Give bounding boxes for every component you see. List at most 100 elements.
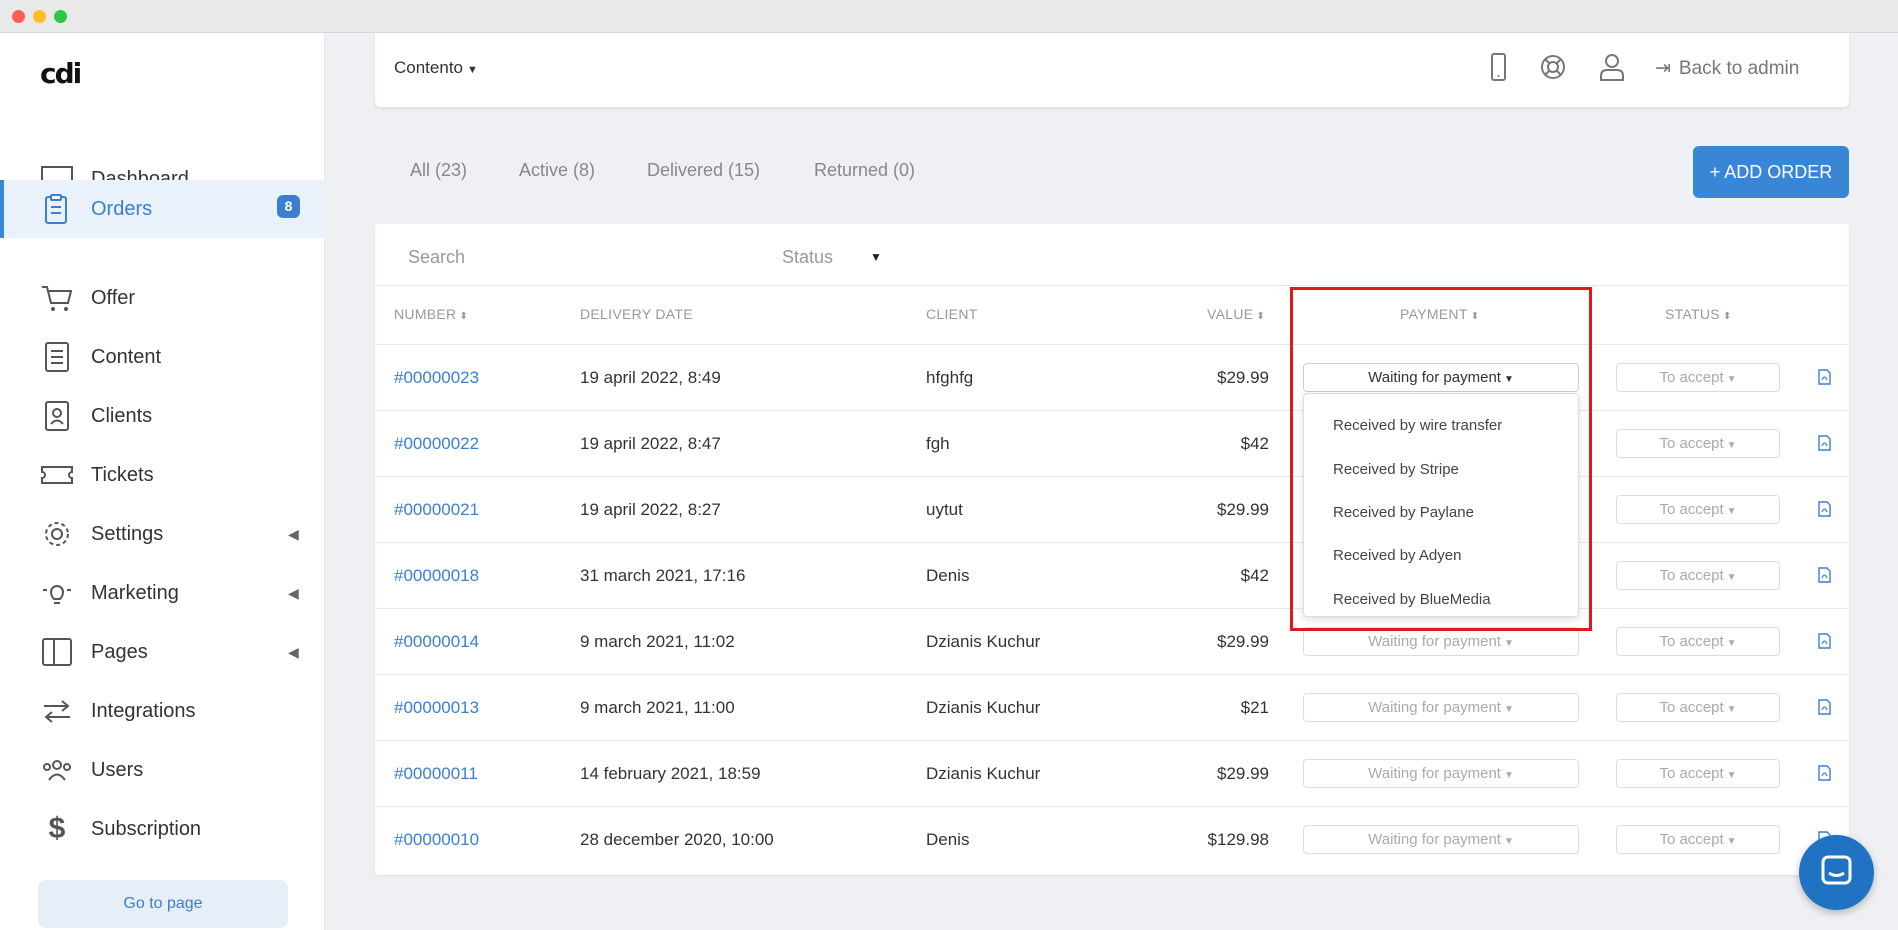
sidebar-item-label: Orders [91, 197, 153, 220]
tab-all[interactable]: All (23) [410, 160, 467, 181]
pdf-icon[interactable] [1818, 501, 1831, 517]
gear-icon [45, 522, 69, 546]
sidebar-item-marketing[interactable]: Marketing ◀ [0, 564, 325, 622]
add-order-button[interactable]: + ADD ORDER [1693, 146, 1849, 198]
status-select[interactable]: To accept ▼ [1616, 429, 1780, 458]
phone-icon[interactable] [1482, 51, 1514, 83]
maximize-window-button[interactable] [54, 10, 67, 23]
payment-select[interactable]: Waiting for payment▼ [1303, 825, 1579, 854]
column-header-value[interactable]: VALUE ⬍ [1207, 306, 1265, 322]
go-to-page-button[interactable]: Go to page [38, 880, 288, 928]
sidebar-item-users[interactable]: Users [0, 741, 325, 799]
order-value: $21 [1240, 698, 1269, 717]
payment-option[interactable]: Received by Paylane [1333, 504, 1474, 521]
column-header-number[interactable]: NUMBER ⬍ [394, 306, 468, 322]
list-icon [45, 342, 69, 372]
chat-button[interactable] [1799, 835, 1874, 910]
order-number-link[interactable]: #00000011 [394, 764, 478, 784]
caret-down-icon: ▼ [1726, 374, 1737, 385]
delivery-date: 19 april 2022, 8:27 [580, 500, 721, 519]
delivery-date: 28 december 2020, 10:00 [580, 830, 774, 849]
status-select[interactable]: To accept ▼ [1616, 627, 1780, 656]
search-input[interactable]: Search [408, 247, 465, 268]
chevron-left-icon: ◀ [288, 643, 299, 660]
caret-down-icon: ▼ [1726, 704, 1737, 715]
tab-active[interactable]: Active (8) [519, 160, 595, 181]
sidebar-item-subscription[interactable]: $ Subscription [0, 800, 325, 858]
order-value: $29.99 [1217, 764, 1269, 783]
sort-icon: ⬍ [459, 311, 469, 322]
sidebar-item-pages[interactable]: Pages ◀ [0, 623, 325, 681]
delivery-date: 31 march 2021, 17:16 [580, 566, 746, 585]
sidebar-item-tickets[interactable]: Tickets [0, 446, 325, 504]
client-name: uytut [926, 500, 963, 519]
pdf-icon[interactable] [1818, 369, 1831, 385]
pdf-icon[interactable] [1818, 567, 1831, 583]
sidebar-item-settings[interactable]: Settings ◀ [0, 505, 325, 563]
column-header-status[interactable]: STATUS ⬍ [1665, 306, 1732, 322]
pdf-icon[interactable] [1818, 435, 1831, 451]
order-number-link[interactable]: #00000022 [394, 434, 479, 454]
order-value: $29.99 [1217, 500, 1269, 519]
table-row: #0000001831 march 2021, 17:16Denis$42Wai… [375, 542, 1849, 608]
client-name: Dzianis Kuchur [926, 698, 1041, 717]
arrows-icon [44, 700, 70, 723]
sidebar-item-offer[interactable]: Offer [0, 269, 325, 327]
order-number-link[interactable]: #00000013 [394, 698, 479, 718]
caret-down-icon: ▼ [1726, 572, 1737, 583]
order-number-link[interactable]: #00000014 [394, 632, 479, 652]
order-value: $29.99 [1217, 632, 1269, 651]
sidebar-item-label: Clients [91, 404, 153, 427]
table-row: #00000023 19 april 2022, 8:49 hfghfg $29.99… [375, 344, 1849, 410]
status-select[interactable]: To accept ▼ [1616, 363, 1780, 392]
table-row: #00000013 9 march 2021, 11:00 Dzianis Kuch… [375, 674, 1849, 740]
payment-option[interactable]: Received by wire transfer [1333, 417, 1502, 434]
order-number-link[interactable]: #00000021 [394, 500, 479, 520]
caret-down-icon: ▼ [1726, 770, 1737, 781]
status-select[interactable]: To accept ▼ [1616, 825, 1780, 854]
status-select[interactable]: To accept ▼ [1616, 561, 1780, 590]
sort-icon: ⬍ [1722, 311, 1732, 322]
sidebar-item-integrations[interactable]: Integrations [0, 682, 325, 740]
client-name: Dzianis Kuchur [926, 764, 1041, 783]
back-to-admin-link[interactable]: ⇥ Back to admin [1655, 57, 1799, 80]
status-select[interactable]: To accept ▼ [1616, 495, 1780, 524]
close-window-button[interactable] [12, 10, 25, 23]
pdf-icon[interactable] [1818, 633, 1831, 649]
status-select[interactable]: To accept ▼ [1616, 759, 1780, 788]
order-number-link[interactable]: #00000010 [394, 830, 479, 850]
status-select[interactable]: To accept ▼ [1616, 693, 1780, 722]
table-row: #00000011 14 february 2021, 18:59 Dzianis … [375, 740, 1849, 806]
contact-icon [45, 401, 69, 431]
payment-option[interactable]: Received by Stripe [1333, 461, 1459, 478]
tab-delivered[interactable]: Delivered (15) [647, 160, 760, 181]
pdf-icon[interactable] [1818, 699, 1831, 715]
table-row: #0000002119 april 2022, 8:27uytut$29.99W… [375, 476, 1849, 542]
sidebar-item-content[interactable]: Content [0, 328, 325, 386]
order-number-link[interactable]: #00000023 [394, 368, 479, 388]
logo: cdi [40, 57, 82, 90]
payment-select[interactable]: Waiting for payment▼ [1303, 627, 1579, 656]
payment-select[interactable]: Waiting for payment▼ [1303, 759, 1579, 788]
user-icon[interactable] [1596, 51, 1628, 83]
sidebar-item-clients[interactable]: Clients [0, 387, 325, 445]
status-filter-select[interactable]: Status ▼ [782, 247, 882, 268]
table-row: #00000014 9 march 2021, 11:02 Dzianis Kuch… [375, 608, 1849, 674]
tab-returned[interactable]: Returned (0) [814, 160, 915, 181]
delivery-date: 14 february 2021, 18:59 [580, 764, 761, 783]
sidebar-item-label: Marketing [91, 581, 179, 604]
store-selector[interactable]: Contento ▼ [394, 58, 478, 78]
payment-option[interactable]: Received by Adyen [1333, 547, 1461, 564]
order-number-link[interactable]: #00000018 [394, 566, 479, 586]
lifebuoy-icon[interactable] [1537, 51, 1569, 83]
payment-option[interactable]: Received by BlueMedia [1333, 591, 1491, 608]
orders-count-badge: 8 [277, 195, 300, 218]
payment-select[interactable]: Waiting for payment▼ [1303, 693, 1579, 722]
users-icon [43, 760, 71, 781]
order-value: $129.98 [1207, 830, 1269, 849]
top-bar: Contento ▼ ⇥ Back to admin [375, 33, 1849, 107]
pdf-icon[interactable] [1818, 765, 1831, 781]
minimize-window-button[interactable] [33, 10, 46, 23]
logout-icon: ⇥ [1655, 58, 1671, 79]
caret-down-icon: ▼ [870, 250, 882, 264]
